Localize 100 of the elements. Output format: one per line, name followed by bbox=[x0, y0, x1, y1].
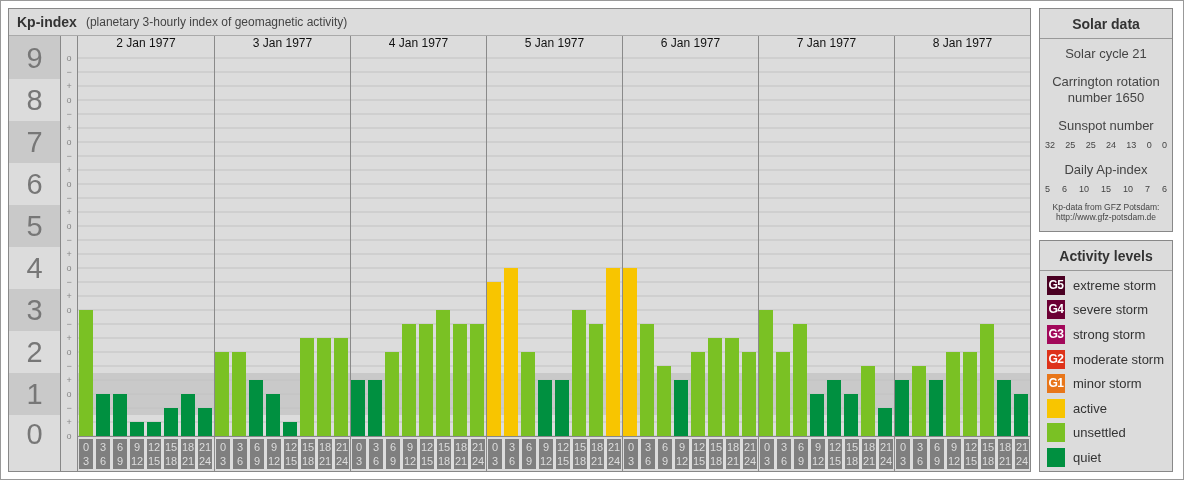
ap-index-value: 6 bbox=[1062, 184, 1067, 194]
legend-label: quiet bbox=[1073, 449, 1102, 465]
time-slot-label: 15 18 bbox=[573, 439, 587, 469]
time-slot-label: 9 12 bbox=[403, 439, 417, 469]
time-slot-label: 12 15 bbox=[420, 439, 434, 469]
time-slot-label: 21 24 bbox=[198, 439, 212, 469]
legend-label: severe storm bbox=[1073, 302, 1149, 318]
time-slot-label: 6 9 bbox=[794, 439, 808, 469]
sunspot-value: 25 bbox=[1065, 140, 1076, 150]
carrington-rotation-text: number 1650 bbox=[1066, 90, 1146, 106]
time-slot-label: 18 21 bbox=[454, 439, 468, 469]
sub-tick-label: − bbox=[65, 318, 73, 331]
sunspot-heading: Sunspot number bbox=[1058, 118, 1154, 134]
ap-index-value: 5 bbox=[1045, 184, 1050, 194]
legend-label: strong storm bbox=[1073, 327, 1146, 342]
time-slot-label: 3 6 bbox=[913, 439, 927, 469]
time-slot-label: 3 6 bbox=[369, 439, 383, 469]
data-credit-text: http://www.gfz-potsdam.de bbox=[1054, 212, 1158, 222]
sunspot-value: 32 bbox=[1045, 140, 1055, 150]
time-slot-label: 21 24 bbox=[743, 439, 757, 469]
day-label: 4 Jan 1977 bbox=[350, 36, 486, 51]
time-slot-label: 0 3 bbox=[216, 439, 230, 469]
chart-title: Kp-index bbox=[17, 14, 77, 30]
time-slot-label: 6 9 bbox=[250, 439, 264, 469]
time-slot-label: 9 12 bbox=[675, 439, 689, 469]
sub-tick-label: + bbox=[65, 248, 73, 261]
time-slot-label: 12 15 bbox=[692, 439, 706, 469]
time-slot-label: 3 6 bbox=[233, 439, 247, 469]
sub-tick-label: + bbox=[65, 164, 73, 177]
ap-index-value: 7 bbox=[1144, 184, 1150, 194]
sub-tick-label: − bbox=[65, 360, 73, 373]
time-slot-label: 6 9 bbox=[522, 439, 536, 469]
legend-label: minor storm bbox=[1073, 376, 1142, 392]
chart-subtitle: (planetary 3-hourly index of geomagnetic activity) bbox=[85, 15, 348, 29]
time-slot-label: 9 12 bbox=[811, 439, 825, 469]
time-slot-label: 18 21 bbox=[998, 439, 1012, 469]
time-slot-label: 0 3 bbox=[352, 439, 366, 469]
time-slot-label: 9 12 bbox=[539, 439, 553, 469]
sub-tick-label: − bbox=[65, 108, 73, 121]
legend-label: moderate storm bbox=[1073, 351, 1165, 367]
time-slot-label: 21 24 bbox=[471, 439, 485, 469]
y-axis-label: 1 bbox=[26, 377, 43, 411]
time-slot-label: 6 9 bbox=[658, 439, 672, 469]
time-slot-label: 15 18 bbox=[845, 439, 859, 469]
time-slot-label: 12 15 bbox=[147, 439, 161, 469]
day-label: 2 Jan 1977 bbox=[115, 36, 177, 51]
y-axis-label: 0 bbox=[26, 417, 43, 451]
time-slot-label: 21 24 bbox=[607, 439, 621, 469]
legend-label: unsettled bbox=[1073, 425, 1126, 441]
time-slot-label: 15 18 bbox=[709, 439, 723, 469]
y-axis-label: 7 bbox=[26, 125, 43, 159]
sub-tick-label: − bbox=[65, 150, 73, 163]
y-axis-label: 5 bbox=[26, 209, 43, 243]
day-label: 5 Jan 1977 bbox=[486, 36, 622, 51]
y-axis-label: 8 bbox=[26, 83, 43, 117]
y-axis-label: 4 bbox=[26, 251, 43, 285]
sub-tick-label: + bbox=[65, 290, 73, 303]
time-slot-label: 18 21 bbox=[862, 439, 876, 469]
time-slot-label: 3 6 bbox=[641, 439, 655, 469]
day-label: 6 Jan 1977 bbox=[622, 36, 758, 51]
time-slot-label: 15 18 bbox=[301, 439, 315, 469]
level-badge: G2 bbox=[1047, 349, 1065, 369]
sunspot-value: 0 bbox=[1161, 140, 1167, 150]
time-slot-label: 12 15 bbox=[828, 439, 842, 469]
sunspot-value: 24 bbox=[1106, 140, 1116, 150]
time-slot-label: 9 12 bbox=[267, 439, 281, 469]
time-slot-label: 0 3 bbox=[624, 439, 638, 469]
time-slot-label: 12 15 bbox=[284, 439, 298, 469]
time-slot-label: 15 18 bbox=[981, 439, 995, 469]
panel-title: Activity levels bbox=[1040, 241, 1172, 271]
solar-cycle-text: Solar cycle 21 bbox=[1065, 46, 1147, 62]
day-label: 3 Jan 1977 bbox=[214, 36, 350, 51]
carrington-rotation-text: Carrington rotation bbox=[1052, 74, 1160, 90]
sub-tick-label: o bbox=[65, 304, 73, 317]
time-slot-label: 18 21 bbox=[726, 439, 740, 469]
legend-label: extreme storm bbox=[1073, 277, 1157, 293]
time-slot-label: 21 24 bbox=[335, 439, 349, 469]
level-badge: G5 bbox=[1047, 275, 1065, 295]
ap-index-value: 15 bbox=[1100, 184, 1111, 194]
time-slot-label: 0 3 bbox=[896, 439, 910, 469]
sub-tick-label: − bbox=[65, 66, 73, 79]
panel-title: Solar data bbox=[1040, 9, 1172, 39]
sub-tick-label: o bbox=[65, 136, 73, 149]
legend-label: active bbox=[1073, 400, 1107, 416]
sub-tick-label: + bbox=[65, 332, 73, 345]
time-slot-label: 6 9 bbox=[930, 439, 944, 469]
sub-tick-label: + bbox=[65, 80, 73, 93]
y-axis-label: 2 bbox=[26, 335, 43, 369]
ap-index-value: 10 bbox=[1078, 184, 1089, 194]
data-credit-text: Kp-data from GFZ Potsdam: bbox=[1052, 202, 1160, 212]
sub-tick-label: − bbox=[65, 234, 73, 247]
time-slot-label: 3 6 bbox=[777, 439, 791, 469]
day-label: 7 Jan 1977 bbox=[758, 36, 894, 51]
sub-tick-label: + bbox=[65, 122, 73, 135]
sub-tick-label: + bbox=[65, 416, 73, 429]
sub-tick-label: o bbox=[65, 178, 73, 191]
level-badge: G1 bbox=[1047, 374, 1065, 394]
time-slot-label: 6 9 bbox=[113, 439, 127, 469]
time-slot-label: 18 21 bbox=[181, 439, 195, 469]
y-axis-label: 9 bbox=[26, 40, 43, 75]
